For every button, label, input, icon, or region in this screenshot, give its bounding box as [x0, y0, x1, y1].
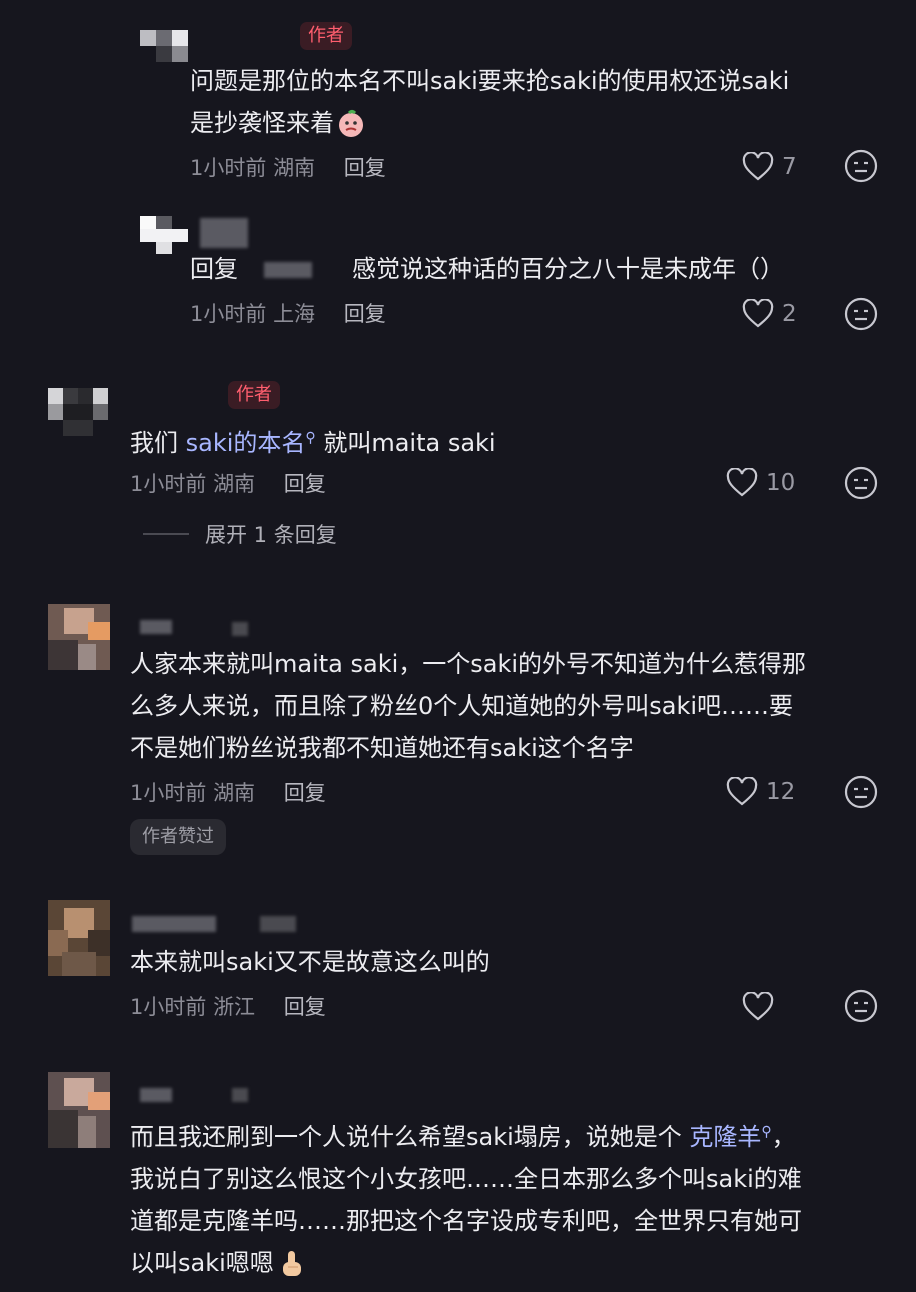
author-badge: 作者 [300, 22, 352, 50]
comment-line: 么多人来说，而且除了粉丝0个人知道她的外号叫saki吧……要 [130, 692, 794, 720]
location: 上海 [273, 302, 316, 326]
reply-button[interactable]: 回复 [284, 995, 326, 1019]
author-badge: 作者 [228, 381, 280, 409]
location: 湖南 [213, 472, 256, 496]
like-button[interactable]: 7 [742, 150, 797, 184]
location: 湖南 [273, 156, 316, 180]
comment-meta: 1小时前 浙江 回复 [130, 991, 326, 1021]
comment-text: 回复 感觉说这种话的百分之八十是未成年（） [190, 248, 880, 290]
reply-button[interactable]: 回复 [284, 472, 326, 496]
like-button[interactable]: 2 [742, 297, 797, 331]
expand-replies-button[interactable]: 展开 1 条回复 [143, 519, 337, 549]
search-link[interactable]: 克隆羊⚲ [689, 1123, 771, 1151]
comment-line: 是抄袭怪来着 [190, 102, 880, 144]
username[interactable] [200, 218, 248, 248]
divider [143, 533, 189, 535]
search-icon: ⚲ [305, 430, 316, 446]
avatar[interactable] [48, 900, 110, 976]
comment-meta: 1小时前 湖南 回复 [190, 152, 386, 182]
timestamp: 1小时前 [130, 995, 207, 1019]
username-suffix [232, 622, 248, 636]
comment-line: 我说白了别这么恨这个小女孩吧……全日本那么多个叫saki的难 [130, 1165, 802, 1193]
heart-outline-icon [742, 152, 774, 181]
like-button[interactable] [742, 990, 782, 1024]
reply-button[interactable]: 回复 [284, 781, 326, 805]
pointing-hand-emoji [276, 1249, 306, 1279]
comment-text: 本来就叫saki又不是故意这么叫的 [130, 941, 890, 983]
thinking-peach-emoji [336, 109, 366, 139]
heart-outline-icon [742, 992, 774, 1021]
username[interactable] [132, 916, 216, 932]
avatar[interactable] [48, 388, 108, 436]
comment-meta: 1小时前 湖南 回复 [130, 777, 326, 807]
comment-text: 而且我还刷到一个人说什么希望saki塌房，说她是个 克隆羊⚲， 我说白了别这么恨… [130, 1111, 900, 1284]
neutral-face-icon[interactable] [843, 465, 879, 501]
avatar[interactable] [48, 604, 110, 670]
reply-target-username[interactable] [264, 262, 312, 278]
timestamp: 1小时前 [130, 781, 207, 805]
neutral-face-icon[interactable] [843, 774, 879, 810]
like-button[interactable]: 10 [726, 466, 795, 500]
comment-line: 本来就叫saki又不是故意这么叫的 [130, 948, 490, 976]
comment-meta: 1小时前 湖南 回复 [130, 468, 326, 498]
avatar[interactable] [48, 1072, 110, 1148]
timestamp: 1小时前 [190, 302, 267, 326]
username[interactable] [140, 1088, 172, 1102]
username[interactable] [140, 620, 172, 634]
author-liked-badge: 作者赞过 [130, 819, 226, 855]
reply-button[interactable]: 回复 [344, 302, 386, 326]
username-suffix [232, 1088, 248, 1102]
comment-text: 我们 saki的本名⚲ 就叫maita saki [130, 429, 496, 457]
timestamp: 1小时前 [190, 156, 267, 180]
like-button[interactable]: 12 [726, 775, 795, 809]
timestamp: 1小时前 [130, 472, 207, 496]
heart-outline-icon [726, 777, 758, 806]
like-count: 7 [782, 154, 797, 180]
search-link[interactable]: saki的本名⚲ [186, 429, 316, 457]
comment-text: 人家本来就叫maita saki，一个saki的外号不知道为什么惹得那 么多人来… [130, 643, 890, 769]
comment-line: 感觉说这种话的百分之八十是未成年（） [352, 255, 784, 283]
comment-line: 以叫saki嗯嗯 [130, 1242, 900, 1284]
neutral-face-icon[interactable] [843, 296, 879, 332]
heart-outline-icon [726, 468, 758, 497]
like-count: 10 [766, 470, 796, 496]
location: 湖南 [213, 781, 256, 805]
username-suffix [260, 916, 296, 932]
comment-line: 道都是克隆羊吗……那把这个名字设成专利吧，全世界只有她可 [130, 1207, 802, 1235]
reply-prefix: 回复 [190, 255, 238, 283]
neutral-face-icon[interactable] [843, 148, 879, 184]
avatar[interactable] [140, 216, 188, 254]
reply-button[interactable]: 回复 [344, 156, 386, 180]
search-icon: ⚲ [761, 1124, 772, 1140]
comment-line: 而且我还刷到一个人说什么希望saki塌房，说她是个 克隆羊⚲， [130, 1123, 796, 1151]
comment-line: 不是她们粉丝说我都不知道她还有saki这个名字 [130, 734, 634, 762]
comment-line: 问题是那位的本名不叫saki要来抢saki的使用权还说saki [190, 67, 790, 95]
comment-line: 人家本来就叫maita saki，一个saki的外号不知道为什么惹得那 [130, 650, 807, 678]
location: 浙江 [213, 995, 256, 1019]
avatar[interactable] [140, 30, 188, 62]
like-count: 12 [766, 779, 796, 805]
neutral-face-icon[interactable] [843, 988, 879, 1024]
heart-outline-icon [742, 299, 774, 328]
comment-meta: 1小时前 上海 回复 [190, 298, 386, 328]
comment-text: 问题是那位的本名不叫saki要来抢saki的使用权还说saki 是抄袭怪来着 [190, 60, 880, 144]
like-count: 2 [782, 301, 797, 327]
